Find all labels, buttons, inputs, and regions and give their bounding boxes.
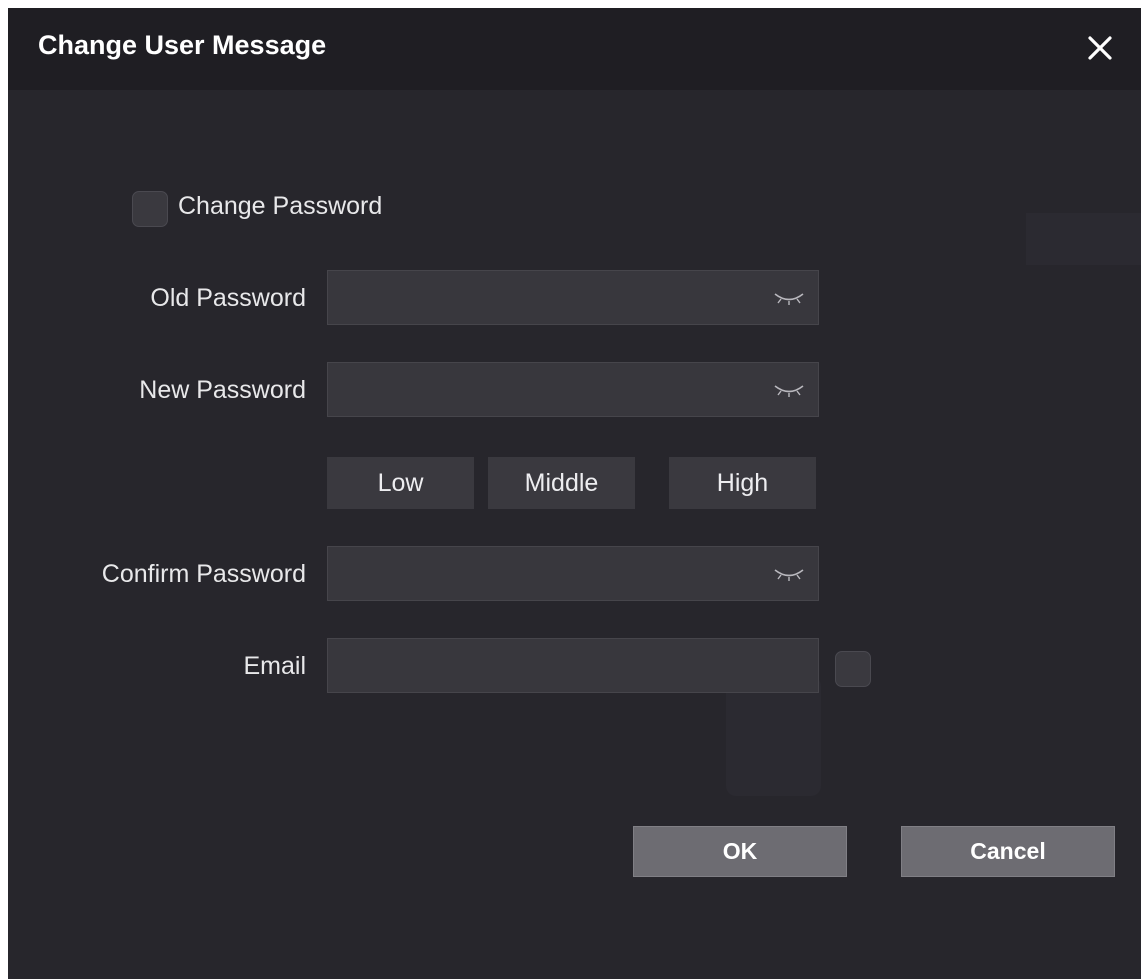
strength-high: High [669, 457, 816, 509]
change-password-label: Change Password [178, 192, 383, 220]
change-user-message-dialog: Change User Message Change Password Old … [8, 8, 1141, 979]
new-password-label: New Password [139, 376, 306, 404]
new-password-input[interactable] [328, 363, 776, 416]
dialog-title: Change User Message [38, 30, 327, 60]
eye-closed-icon[interactable] [772, 563, 806, 585]
new-password-field [327, 362, 819, 417]
strength-middle: Middle [488, 457, 635, 509]
cancel-button[interactable]: Cancel [901, 826, 1115, 877]
email-input[interactable] [328, 639, 816, 692]
background-ghost-box [1026, 213, 1141, 265]
background-ghost-box [726, 676, 821, 796]
old-password-input[interactable] [328, 271, 776, 324]
old-password-label: Old Password [150, 284, 306, 312]
eye-closed-icon[interactable] [772, 287, 806, 309]
ok-button[interactable]: OK [633, 826, 847, 877]
close-icon[interactable] [1082, 30, 1118, 66]
email-checkbox[interactable] [835, 651, 871, 687]
change-password-checkbox[interactable] [132, 191, 168, 227]
dialog-titlebar: Change User Message [8, 8, 1141, 90]
confirm-password-input[interactable] [328, 547, 776, 600]
strength-low: Low [327, 457, 474, 509]
old-password-field [327, 270, 819, 325]
confirm-password-field [327, 546, 819, 601]
eye-closed-icon[interactable] [772, 379, 806, 401]
confirm-password-label: Confirm Password [101, 560, 306, 588]
email-field [327, 638, 819, 693]
email-label: Email [243, 652, 306, 680]
